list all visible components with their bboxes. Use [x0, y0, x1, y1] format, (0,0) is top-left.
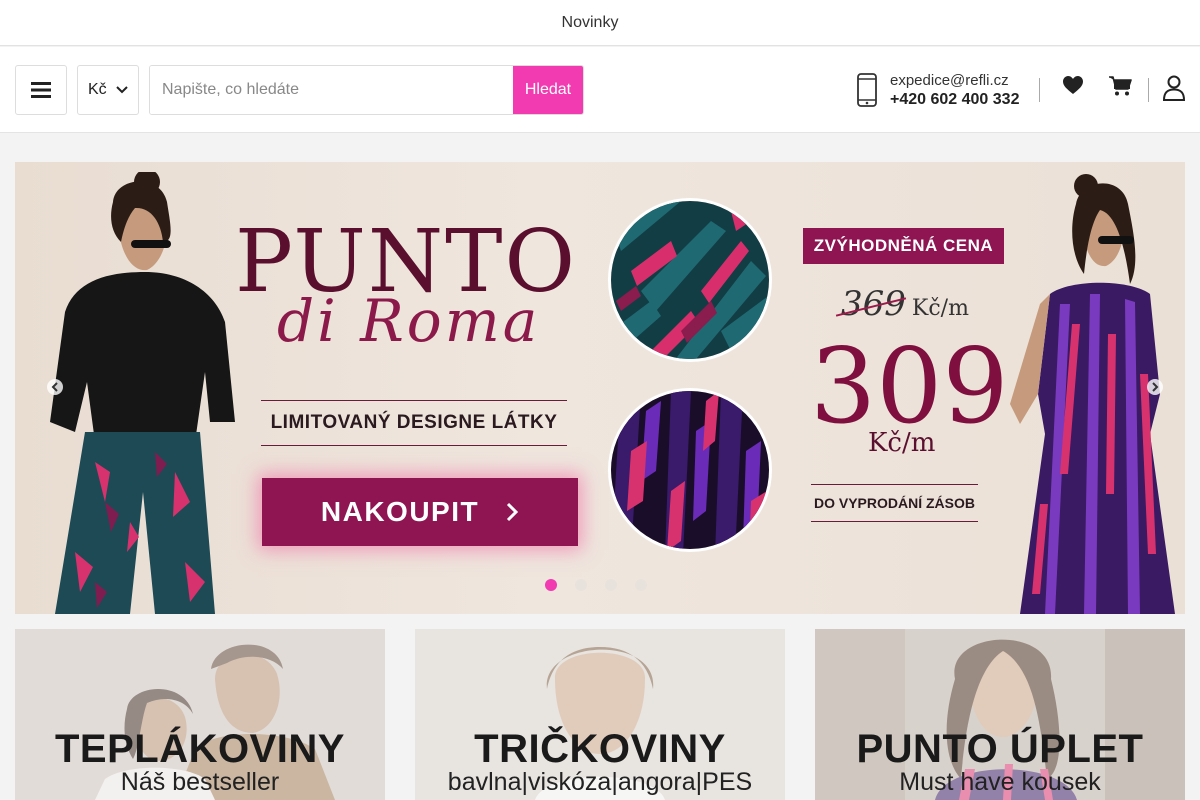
new-price-value: 309 [810, 325, 1009, 447]
buy-now-label: NAKOUPIT [320, 496, 480, 527]
cart-icon [1109, 76, 1132, 96]
search-button[interactable]: Hledat [513, 66, 583, 114]
currency-select[interactable]: Kč [77, 65, 139, 115]
user-icon [1162, 75, 1186, 101]
new-price-unit: Kč/m [868, 428, 936, 458]
carousel-dot[interactable] [635, 579, 647, 591]
divider [1039, 78, 1040, 102]
contact-info: expedice@refli.cz +420 602 400 332 [856, 71, 1019, 109]
phone-icon [857, 73, 877, 107]
cart-button[interactable] [1108, 75, 1132, 102]
old-price-value: 369 [841, 284, 906, 324]
hero-subtitle: di Roma [277, 287, 541, 355]
category-tile-punto-uplet[interactable]: PUNTO ÚPLET Must have kousek [815, 629, 1185, 800]
model-photo-left [50, 172, 235, 614]
category-title: PUNTO ÚPLET [856, 727, 1144, 771]
contact-phone[interactable]: +420 602 400 332 [890, 90, 1019, 109]
carousel-next-button[interactable] [1147, 379, 1163, 395]
news-link[interactable]: Novinky [562, 14, 619, 32]
arrow-left-icon [51, 382, 58, 392]
buy-now-button[interactable]: NAKOUPIT [262, 478, 578, 546]
heart-icon [1063, 76, 1083, 94]
contact-email[interactable]: expedice@refli.cz [890, 71, 1019, 90]
category-subtitle: Náš bestseller [120, 768, 280, 796]
category-subtitle: bavlna|viskóza|angora|PES [447, 768, 753, 796]
divider [1148, 78, 1149, 102]
hero-limited-label: LIMITOVANÝ DESIGNE LÁTKY [261, 400, 567, 446]
stock-note: DO VYPRODÁNÍ ZÁSOB [811, 484, 978, 522]
fabric-swatch-purple [608, 388, 772, 552]
category-title: TRIČKOVINY [474, 727, 726, 771]
menu-icon [31, 82, 51, 98]
fabric-swatch-teal [608, 198, 772, 362]
search-bar: Hledat [149, 65, 584, 115]
chevron-down-icon [116, 86, 128, 94]
account-button[interactable] [1162, 75, 1186, 106]
category-title: TEPLÁKOVINY [55, 727, 345, 771]
category-subtitle: Must have kousek [899, 768, 1101, 796]
carousel-dot[interactable] [545, 579, 557, 591]
top-nav: Novinky [0, 0, 1200, 46]
wishlist-button[interactable] [1062, 75, 1084, 100]
category-tile-teplakoviny[interactable]: TEPLÁKOVINY Náš bestseller [15, 629, 385, 800]
carousel-prev-button[interactable] [47, 379, 63, 395]
carousel-dots [545, 579, 665, 591]
header: Kč Hledat expedice@refli.cz +420 602 400… [0, 47, 1200, 133]
carousel-dot[interactable] [605, 579, 617, 591]
arrow-right-icon [1152, 382, 1159, 392]
old-price: 369 Kč/m [841, 284, 969, 324]
currency-value: Kč [88, 81, 107, 98]
search-input[interactable] [150, 66, 513, 114]
category-tile-trickoviny[interactable]: TRIČKOVINY bavlna|viskóza|angora|PES [415, 629, 785, 800]
chevron-right-icon [507, 502, 519, 522]
menu-button[interactable] [15, 65, 67, 115]
old-price-unit: Kč/m [911, 296, 969, 321]
discount-badge: ZVÝHODNĚNÁ CENA [803, 228, 1004, 264]
carousel-dot[interactable] [575, 579, 587, 591]
hero-banner[interactable]: PUNTO di Roma LIMITOVANÝ DESIGNE LÁTKY N… [15, 162, 1185, 614]
